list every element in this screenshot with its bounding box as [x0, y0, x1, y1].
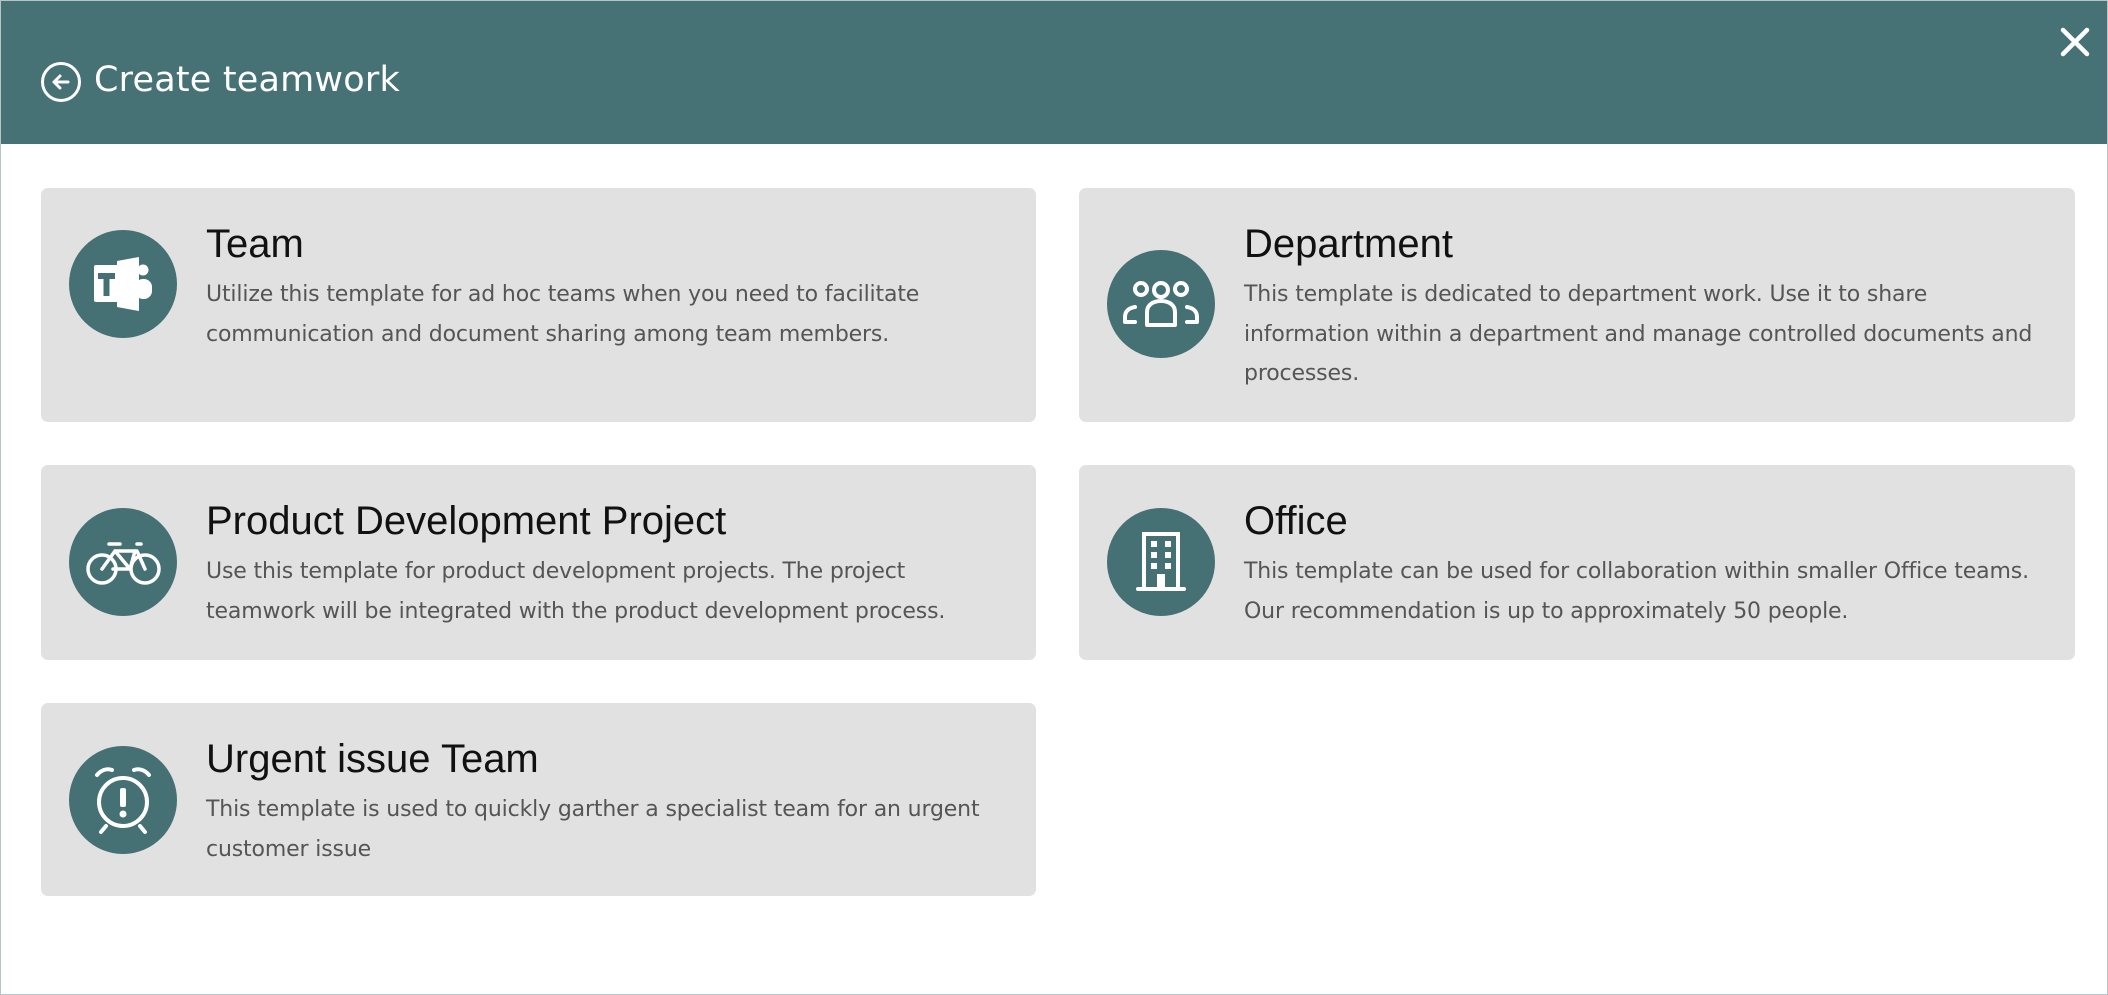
dialog-header: Create teamwork: [1, 1, 2107, 144]
create-teamwork-dialog: Create teamwork Team Utilize this templa…: [0, 0, 2108, 995]
template-card-team[interactable]: Team Utilize this template for ad hoc te…: [41, 188, 1036, 422]
template-title: Product Development Project: [206, 499, 727, 543]
template-card-department[interactable]: Department This template is dedicated to…: [1079, 188, 2075, 422]
template-title: Office: [1244, 499, 1348, 543]
page-title: Create teamwork: [94, 60, 400, 100]
template-title: Urgent issue Team: [206, 737, 539, 781]
alarm-clock-alert-icon: [69, 746, 177, 854]
template-description: This template is dedicated to department…: [1244, 282, 2033, 386]
template-description: This template can be used for collaborat…: [1244, 559, 2029, 624]
template-card-urgent-issue-team[interactable]: Urgent issue Team This template is used …: [41, 703, 1036, 896]
template-card-product-development-project[interactable]: Product Development Project Use this tem…: [41, 465, 1036, 660]
close-icon: [2059, 26, 2091, 58]
bicycle-icon: [69, 508, 177, 616]
template-card-office[interactable]: Office This template can be used for col…: [1079, 465, 2075, 660]
template-description: This template is used to quickly garther…: [206, 797, 980, 862]
office-building-icon: [1107, 508, 1215, 616]
back-button[interactable]: [40, 61, 82, 103]
template-title: Team: [206, 222, 304, 266]
template-title: Department: [1244, 222, 1453, 266]
people-group-icon: [1107, 250, 1215, 358]
teams-icon: [69, 230, 177, 338]
template-description: Utilize this template for ad hoc teams w…: [206, 282, 920, 347]
back-arrow-circle-icon: [40, 61, 82, 103]
template-description: Use this template for product developmen…: [206, 559, 946, 624]
close-button[interactable]: [2059, 26, 2091, 58]
